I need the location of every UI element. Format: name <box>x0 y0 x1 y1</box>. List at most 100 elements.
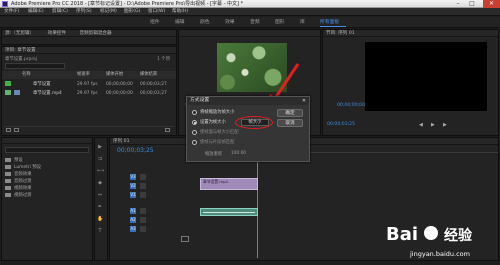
track-lock-a2[interactable] <box>140 217 146 223</box>
razor-tool-icon[interactable]: ◆ <box>97 180 103 186</box>
workspace-libraries[interactable]: 库 <box>300 19 305 26</box>
slip-tool-icon[interactable]: ⇔ <box>97 192 103 198</box>
project-panel-footer <box>4 126 174 133</box>
audio-mixer-tab[interactable]: 音频剪辑混合器 <box>79 31 111 36</box>
radio-button[interactable] <box>192 110 197 115</box>
selection-tool-icon[interactable]: ▶ <box>97 144 103 150</box>
menu-window[interactable]: 窗口(W) <box>148 8 165 16</box>
col-media-start[interactable]: 媒体开始 <box>106 71 123 79</box>
scale-settings-dialog: 方式设置 ✕ 将帧缩放为帧大小 设置为帧大小 使帧面与帧大小匹配 使帧与片段帧匹… <box>186 96 310 162</box>
project-row[interactable]: 章节设置.mp4 29.97 fps 00;00;00;00 00;00;03;… <box>5 89 172 98</box>
program-timecode-mid[interactable]: 00;00;00;00 <box>337 103 365 108</box>
project-panel: 项目: 章节设置 章节设置.prproj 1 个项 名称 帧速率 媒体开始 媒体… <box>1 46 177 136</box>
project-item-fps: 29.97 fps <box>77 91 98 96</box>
menu-marker[interactable]: 标记(M) <box>100 8 117 16</box>
track-lock-v2[interactable] <box>140 183 146 189</box>
ok-button[interactable]: 确定 <box>277 109 303 117</box>
menu-clip[interactable]: 剪辑(C) <box>52 8 68 16</box>
col-media-end[interactable]: 媒体结束 <box>140 71 157 79</box>
effect-controls-tab[interactable]: 效果控件 <box>48 31 66 36</box>
col-fps[interactable]: 帧速率 <box>77 71 90 79</box>
pen-tool-icon[interactable]: ✒ <box>97 204 103 210</box>
effects-search-input[interactable] <box>5 147 89 153</box>
source-panel-header: 源:（无剪辑） 效果控件 音频剪辑混合器 <box>2 30 176 37</box>
track-lock-a1[interactable] <box>140 208 146 214</box>
project-panel-header[interactable]: 项目: 章节设置 <box>2 47 176 54</box>
menu-edit[interactable]: 编辑(E) <box>28 8 44 16</box>
menu-bar: 文件(F) 编辑(E) 剪辑(C) 序列(S) 标记(M) 图形(G) 窗口(W… <box>0 8 500 16</box>
workspace-editing[interactable]: 编辑 <box>175 19 185 26</box>
window-title: Adobe Premiere Pro CC 2018 - [章节标记设置] - … <box>11 1 244 7</box>
source-tab[interactable]: 源:（无剪辑） <box>5 31 34 36</box>
hand-tool-icon[interactable]: ✋ <box>97 216 103 222</box>
track-target-a1[interactable]: A1 <box>130 208 136 214</box>
step-back-icon[interactable]: ◀ <box>419 122 423 128</box>
folder-icon <box>5 185 11 190</box>
track-select-tool-icon[interactable]: ⇉ <box>97 156 103 162</box>
project-item-start: 00;00;00;00 <box>106 91 133 96</box>
scale-label: 缩放重新 <box>205 152 223 157</box>
project-search-input[interactable] <box>5 63 65 69</box>
radio-button[interactable] <box>192 140 197 145</box>
project-item-start: 00;00;00;00 <box>106 82 133 87</box>
option-label: 设置为帧大小 <box>200 120 226 125</box>
video-clip-label: 章节设置.mp4 <box>203 179 228 184</box>
program-monitor-right: 节目: 序列 01 00;00;00;00 00;00;03;25 ◀ ▶ ▶ <box>322 29 499 136</box>
radio-button[interactable] <box>192 130 197 135</box>
workspace-assembly[interactable]: 组件 <box>150 19 160 26</box>
dialog-close-button[interactable]: ✕ <box>301 98 307 104</box>
menu-sequence[interactable]: 序列(S) <box>76 8 92 16</box>
workspace-all-panels[interactable]: 所有面板 <box>320 19 339 26</box>
icon-view-icon[interactable] <box>14 128 19 132</box>
program-tab[interactable]: 节目: 序列 01 <box>323 30 498 37</box>
ripple-edit-tool-icon[interactable]: ⟷ <box>97 168 104 174</box>
effects-folder[interactable]: 视频过渡 <box>5 191 88 200</box>
scale-value[interactable]: 100.00 <box>231 151 246 156</box>
project-item-fps: 29.97 fps <box>77 82 98 87</box>
project-file-name: 章节设置.prproj <box>5 57 37 62</box>
cancel-button[interactable]: 取消 <box>277 119 303 127</box>
timeline-timecode[interactable]: 00;00;03;25 <box>117 147 154 154</box>
radio-button-selected[interactable] <box>192 120 197 125</box>
menu-file[interactable]: 文件(F) <box>4 8 19 16</box>
red-circle-annotation <box>235 116 273 129</box>
audio-clip[interactable] <box>200 208 258 216</box>
workspace-color[interactable]: 颜色 <box>200 19 210 26</box>
col-name[interactable]: 名称 <box>22 71 31 79</box>
project-item-count: 1 个项 <box>157 57 170 62</box>
clip-icon <box>14 90 21 95</box>
tools-panel: ▶ ⇉ ⟷ ◆ ⇔ ✒ ✋ T <box>94 137 108 261</box>
play-icon[interactable]: ▶ <box>431 122 435 128</box>
project-row[interactable]: 章节设置 29.97 fps 00;00;00;00 00;00;03;27 <box>5 80 172 89</box>
folder-icon <box>5 171 11 176</box>
premiere-app-icon <box>2 1 8 7</box>
timeline-settings-icon[interactable] <box>181 236 189 242</box>
track-lock-v3[interactable] <box>140 174 146 180</box>
workspace-graphics[interactable]: 图形 <box>275 19 285 26</box>
workspace-audio[interactable]: 音频 <box>250 19 260 26</box>
menu-graphics[interactable]: 图形(G) <box>124 8 140 16</box>
menu-help[interactable]: 帮助(H) <box>172 8 188 16</box>
close-button[interactable]: ✕ <box>483 0 500 8</box>
track-target-v2[interactable]: V2 <box>130 183 136 189</box>
list-view-icon[interactable] <box>6 128 11 132</box>
workspace-effects[interactable]: 效果 <box>225 19 235 26</box>
folder-label: 视频过渡 <box>14 193 32 198</box>
paw-icon <box>424 226 438 240</box>
track-target-v1[interactable]: V1 <box>130 192 136 198</box>
dialog-title: 方式设置 <box>187 97 309 105</box>
workspace-bar: 组件 编辑 颜色 效果 音频 图形 库 所有面板 <box>0 17 500 28</box>
type-tool-icon[interactable]: T <box>97 228 103 234</box>
program-timecode-right[interactable]: 00;00;03;25 <box>327 122 355 127</box>
minimize-button[interactable]: – <box>452 0 464 8</box>
new-item-icon[interactable] <box>165 128 170 132</box>
maximize-button[interactable]: □ <box>466 0 478 8</box>
track-target-v3[interactable]: V3 <box>130 174 136 180</box>
playhead[interactable] <box>257 146 258 258</box>
track-target-a3[interactable]: A3 <box>130 226 136 232</box>
track-lock-v1[interactable] <box>140 192 146 198</box>
track-target-a2[interactable]: A2 <box>130 217 136 223</box>
video-clip[interactable]: 章节设置.mp4 <box>200 178 258 190</box>
track-lock-a3[interactable] <box>140 226 146 232</box>
step-forward-icon[interactable]: ▶ <box>443 122 447 128</box>
